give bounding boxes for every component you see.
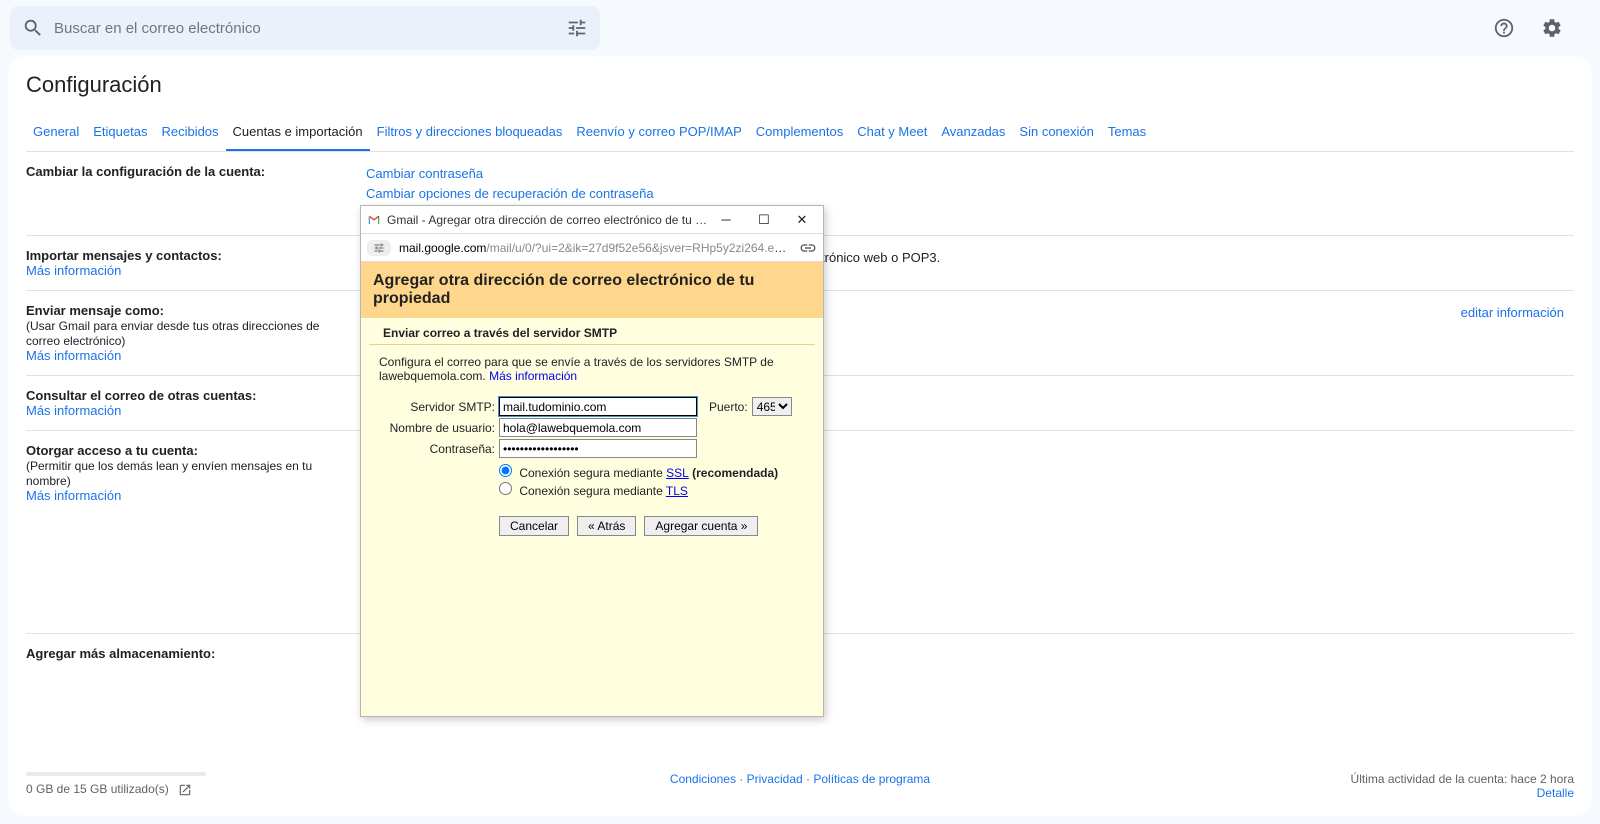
smtp-label: Servidor SMTP:	[379, 400, 495, 414]
account-link[interactable]: Cambiar opciones de recuperación de cont…	[366, 184, 1574, 204]
row-label: Otorgar acceso a tu cuenta:	[26, 443, 198, 458]
storage-text: 0 GB de 15 GB utilizado(s)	[26, 782, 169, 796]
settings-button[interactable]	[1534, 10, 1570, 46]
close-button[interactable]: ✕	[787, 209, 817, 231]
row-label: Cambiar la configuración de la cuenta:	[26, 164, 265, 179]
popup-header: Agregar otra dirección de correo electró…	[361, 262, 823, 318]
popup-body: Agregar otra dirección de correo electró…	[361, 262, 823, 716]
policies-link[interactable]: Políticas de programa	[813, 772, 930, 786]
tab-temas[interactable]: Temas	[1101, 116, 1153, 151]
storage-bar	[26, 772, 206, 776]
tls-radio[interactable]	[499, 482, 512, 495]
popup-titlebar: Gmail - Agregar otra dirección de correo…	[361, 206, 823, 234]
smtp-server-input[interactable]	[499, 397, 697, 416]
help-button[interactable]	[1486, 10, 1522, 46]
settings-tabs: GeneralEtiquetasRecibidosCuentas e impor…	[26, 116, 1574, 152]
tab-sin-conexi-n[interactable]: Sin conexión	[1012, 116, 1100, 151]
tab-filtros-y-direcciones-bloqueadas[interactable]: Filtros y direcciones bloqueadas	[370, 116, 570, 151]
port-select[interactable]: 465	[752, 397, 792, 416]
terms-link[interactable]: Condiciones	[670, 772, 736, 786]
ssl-radio[interactable]	[499, 464, 512, 477]
more-info-link[interactable]: Más información	[26, 263, 121, 278]
more-info-link[interactable]: Más información	[26, 488, 121, 503]
url-text: mail.google.com/mail/u/0/?ui=2&ik=27d9f5…	[399, 241, 791, 255]
maximize-button[interactable]: ☐	[749, 209, 779, 231]
popup-window-title: Gmail - Agregar otra dirección de correo…	[387, 213, 711, 227]
tls-link[interactable]: TLS	[666, 484, 688, 498]
back-button[interactable]: « Atrás	[577, 516, 636, 536]
tab-etiquetas[interactable]: Etiquetas	[86, 116, 154, 151]
account-link[interactable]: Cambiar contraseña	[366, 164, 1574, 184]
edit-info-link[interactable]: editar información	[1461, 303, 1564, 323]
row-label: Consultar el correo de otras cuentas:	[26, 388, 256, 403]
tls-option[interactable]: Conexión segura mediante TLS	[379, 482, 805, 498]
activity-text: Última actividad de la cuenta: hace 2 ho…	[1351, 772, 1574, 786]
popup-window: Gmail - Agregar otra dirección de correo…	[360, 205, 824, 717]
username-label: Nombre de usuario:	[379, 421, 495, 435]
app-header	[0, 0, 1600, 56]
ssl-option[interactable]: Conexión segura mediante SSL (recomendad…	[379, 464, 805, 480]
popup-description: Configura el correo para que se envíe a …	[379, 355, 805, 383]
site-info-icon[interactable]	[367, 240, 391, 256]
footer-links: Condiciones · Privacidad · Políticas de …	[670, 772, 930, 786]
gear-icon	[1541, 17, 1563, 39]
help-icon	[1493, 17, 1515, 39]
footer: 0 GB de 15 GB utilizado(s) Condiciones ·…	[26, 772, 1574, 800]
port-label: Puerto:	[709, 400, 748, 414]
password-label: Contraseña:	[379, 442, 495, 456]
tab-complementos[interactable]: Complementos	[749, 116, 850, 151]
row-sublabel: (Permitir que los demás lean y envíen me…	[26, 459, 312, 488]
password-input[interactable]	[499, 439, 697, 458]
username-input[interactable]	[499, 418, 697, 437]
popup-urlbar: mail.google.com/mail/u/0/?ui=2&ik=27d9f5…	[361, 234, 823, 262]
row-sublabel: (Usar Gmail para enviar desde tus otras …	[26, 319, 319, 348]
tab-cuentas-e-importaci-n[interactable]: Cuentas e importación	[226, 116, 370, 151]
link-icon[interactable]	[799, 239, 817, 257]
privacy-link[interactable]: Privacidad	[747, 772, 803, 786]
more-info-link[interactable]: Más información	[489, 369, 577, 383]
add-account-button[interactable]: Agregar cuenta »	[644, 516, 758, 536]
row-label: Agregar más almacenamiento:	[26, 646, 215, 661]
tab-reenv-o-y-correo-pop-imap[interactable]: Reenvío y correo POP/IMAP	[569, 116, 748, 151]
tab-chat-y-meet[interactable]: Chat y Meet	[850, 116, 934, 151]
tab-recibidos[interactable]: Recibidos	[154, 116, 225, 151]
minimize-button[interactable]: ─	[711, 209, 741, 231]
popup-subheader: Enviar correo a través del servidor SMTP	[369, 318, 815, 345]
search-input[interactable]	[44, 20, 566, 37]
header-actions	[1486, 10, 1590, 46]
more-info-link[interactable]: Más información	[26, 403, 121, 418]
open-in-new-icon[interactable]	[178, 783, 192, 797]
details-link[interactable]: Detalle	[1537, 786, 1574, 800]
page-title: Configuración	[26, 72, 1574, 98]
tab-avanzadas[interactable]: Avanzadas	[934, 116, 1012, 151]
gmail-icon	[367, 213, 381, 227]
tune-icon[interactable]	[566, 17, 588, 39]
more-info-link[interactable]: Más información	[26, 348, 121, 363]
tab-general[interactable]: General	[26, 116, 86, 151]
search-icon	[22, 17, 44, 39]
row-label: Importar mensajes y contactos:	[26, 248, 222, 263]
ssl-link[interactable]: SSL	[666, 466, 689, 480]
cancel-button[interactable]: Cancelar	[499, 516, 569, 536]
row-label: Enviar mensaje como:	[26, 303, 164, 318]
search-bar[interactable]	[10, 6, 600, 50]
